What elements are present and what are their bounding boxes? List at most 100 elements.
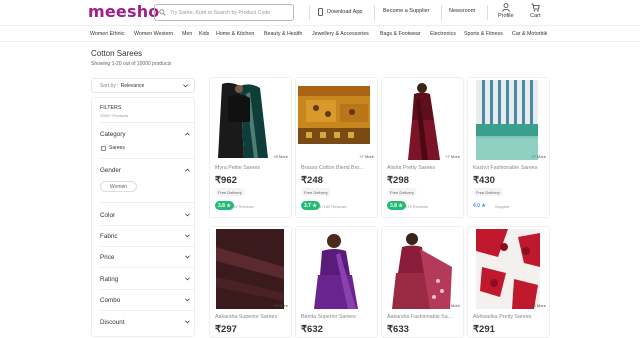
become-supplier-link[interactable]: Become a Supplier	[383, 8, 429, 14]
search-placeholder: Try Saree, Kurti or Search by Product Co…	[170, 9, 271, 16]
product-name: Banita Superior Sarees	[301, 314, 356, 320]
nav-item-kids[interactable]: Kids	[199, 31, 209, 37]
nav-item-women-ethnic[interactable]: Women Ethnic	[90, 31, 124, 37]
filter-sarees-checkbox[interactable]: Sarees	[101, 145, 125, 151]
nav-item-sports[interactable]: Sports & Fitness	[464, 31, 503, 37]
download-app-link[interactable]: Download App	[318, 8, 362, 16]
free-delivery-badge: Free Delivery	[215, 188, 245, 196]
product-image	[382, 227, 463, 311]
checkbox-icon	[101, 145, 106, 151]
chevron-up-icon	[185, 168, 190, 172]
product-price: ₹430	[473, 175, 495, 186]
product-name: Aakarsha Fashionable Sa...	[387, 314, 453, 320]
cart-icon	[531, 3, 540, 12]
nav-item-electronics[interactable]: Electronics	[430, 31, 456, 37]
product-price: ₹248	[301, 175, 323, 186]
gender-women-chip[interactable]: Women	[100, 181, 137, 192]
product-name: Myra Petite Sarees	[215, 165, 261, 171]
divider	[100, 225, 194, 226]
product-image	[296, 227, 377, 311]
filter-gender-toggle[interactable]: Gender	[100, 167, 194, 174]
chevron-down-icon	[185, 320, 190, 324]
free-delivery-badge: Free Delivery	[387, 188, 417, 196]
product-price: ₹962	[215, 175, 237, 186]
profile-icon	[502, 3, 510, 12]
filter-rating-toggle[interactable]: Rating	[100, 276, 194, 283]
divider	[309, 5, 310, 20]
divider	[100, 158, 194, 159]
filter-category-toggle[interactable]: Category	[100, 131, 194, 138]
chevron-down-icon	[185, 213, 190, 217]
more-variants-label: +6 More	[531, 303, 546, 308]
sort-dropdown[interactable]: Sort by : Relevance	[91, 78, 195, 93]
divider	[100, 202, 194, 203]
chevron-down-icon	[183, 84, 188, 88]
supplier-label: Supplier	[495, 204, 510, 209]
product-card[interactable]: +7 More Brasso Cotton Blend Bro... ₹248 …	[295, 77, 378, 218]
results-count: Showing 1-20 out of 10000 products	[91, 61, 172, 67]
product-card[interactable]: +8 More Myra Petite Sarees ₹962 Free Del…	[209, 77, 292, 218]
more-variants-label: +2 More	[445, 303, 460, 308]
product-price: ₹297	[215, 324, 237, 335]
page-title: Cotton Sarees	[91, 49, 143, 58]
product-price: ₹633	[387, 324, 409, 335]
header: meesho Try Saree, Kurti or Search by Pro…	[0, 0, 640, 26]
product-image	[210, 78, 291, 162]
nav-item-women-western[interactable]: Women Western	[134, 31, 173, 37]
nav-item-beauty-health[interactable]: Beauty & Health	[264, 31, 302, 37]
nav-item-men[interactable]: Men	[182, 31, 192, 37]
product-price: ₹298	[387, 175, 409, 186]
chevron-down-icon	[185, 255, 190, 259]
meesho-logo[interactable]: meesho	[88, 2, 159, 21]
product-image	[382, 78, 463, 162]
product-price: ₹632	[301, 324, 323, 335]
product-name: Alisha Pretty Sarees	[387, 165, 435, 171]
divider	[100, 289, 194, 290]
product-card[interactable]: +5 More Aakarsha Superior Sarees ₹297	[209, 226, 292, 338]
free-delivery-badge: Free Delivery	[473, 188, 503, 196]
nav-item-home-kitchen[interactable]: Home & Kitchen	[216, 31, 254, 37]
more-variants-label: +5 More	[273, 303, 288, 308]
product-card[interactable]: +6 More Abhisarika Pretty Sarees ₹291	[467, 226, 550, 338]
nav-item-bags-footwear[interactable]: Bags & Footwear	[380, 31, 421, 37]
rating-badge: 4.0 ★	[473, 202, 486, 209]
divider	[100, 267, 194, 268]
divider	[100, 122, 194, 123]
more-variants-label: +7 More	[445, 154, 460, 159]
product-card[interactable]: +7 More Alisha Pretty Sarees ₹298 Free D…	[381, 77, 464, 218]
phone-icon	[318, 8, 323, 16]
more-variants-label: +7 More	[359, 154, 374, 159]
more-variants-label: +8 More	[273, 154, 288, 159]
product-card[interactable]: +7 More Kashvi Fashionable Sarees ₹430 F…	[467, 77, 550, 218]
filter-color-toggle[interactable]: Color	[100, 212, 194, 219]
filters-subtitle: 1000+ Products	[100, 113, 129, 118]
divider	[374, 5, 375, 20]
nav-item-jewellery[interactable]: Jewellery & Accessories	[312, 31, 369, 37]
filter-combo-toggle[interactable]: Combo	[100, 297, 194, 304]
filter-fabric-toggle[interactable]: Fabric	[100, 233, 194, 240]
product-name: Brasso Cotton Blend Bro...	[301, 165, 364, 171]
cart-button[interactable]: Cart	[530, 3, 540, 19]
rating-badge: 3.8 ★	[215, 201, 234, 210]
filters-panel: FILTERS 1000+ Products Category Sarees G…	[91, 97, 195, 337]
search-input[interactable]: Try Saree, Kurti or Search by Product Co…	[154, 4, 294, 21]
product-image	[468, 227, 549, 311]
divider	[100, 246, 194, 247]
newsroom-link[interactable]: Newsroom	[449, 8, 475, 14]
product-name: Abhisarika Pretty Sarees	[473, 314, 532, 320]
product-card[interactable]: Banita Superior Sarees ₹632	[295, 226, 378, 338]
filter-price-toggle[interactable]: Price	[100, 254, 194, 261]
rating-badge: 3.7 ★	[301, 201, 320, 210]
review-count: 973 Reviews	[405, 204, 428, 209]
profile-button[interactable]: Profile	[498, 3, 514, 19]
product-card[interactable]: +2 More Aakarsha Fashionable Sa... ₹633	[381, 226, 464, 338]
product-name: Aakarsha Superior Sarees	[215, 314, 278, 320]
more-variants-label: +7 More	[531, 154, 546, 159]
product-price: ₹291	[473, 324, 495, 335]
filters-title: FILTERS	[100, 105, 122, 111]
product-image	[296, 78, 377, 162]
nav-item-car[interactable]: Car & Motorbik	[512, 31, 547, 37]
filter-discount-toggle[interactable]: Discount	[100, 319, 194, 326]
rating-badge: 3.8 ★	[387, 201, 406, 210]
category-nav: Women Ethnic Women Western Men Kids Home…	[0, 26, 640, 42]
